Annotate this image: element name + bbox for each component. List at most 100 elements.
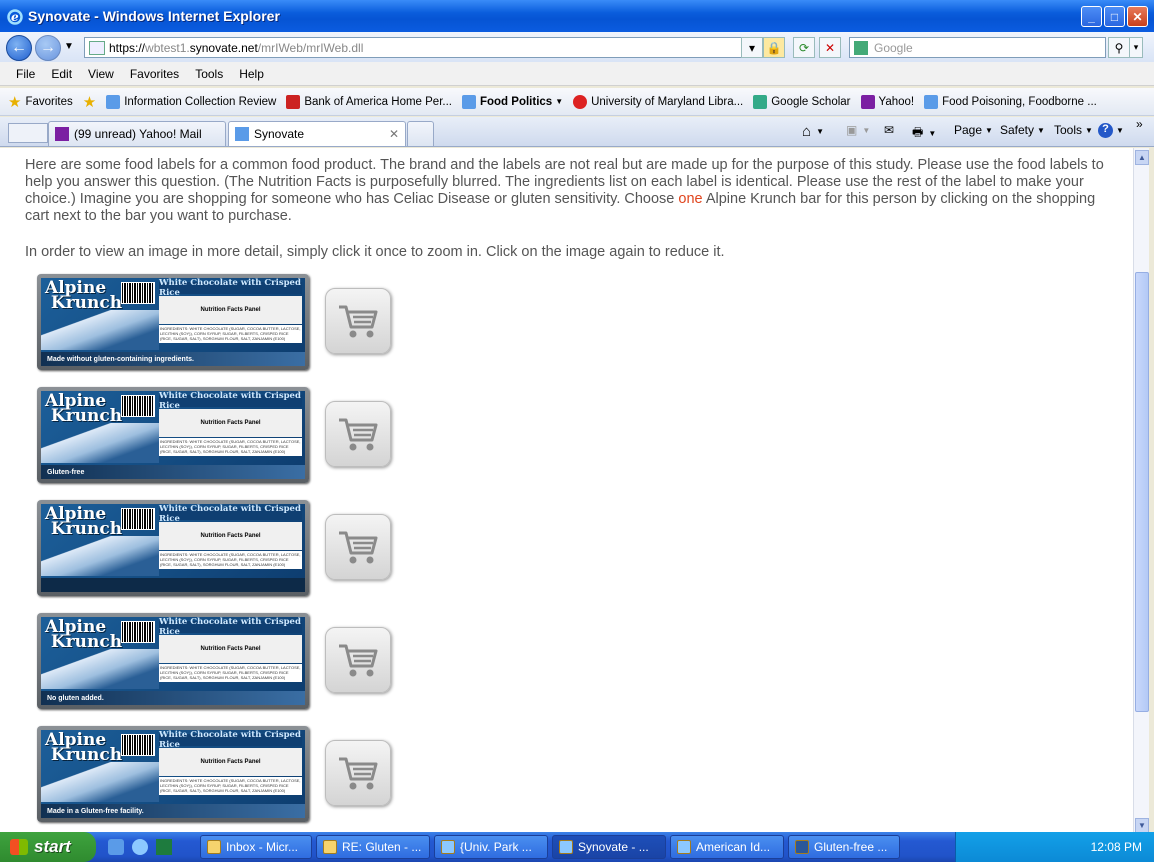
history-dropdown-icon[interactable]: ▼ xyxy=(64,41,74,52)
home-button[interactable]: ⌂ ▼ xyxy=(802,123,824,140)
start-button[interactable]: start xyxy=(0,832,96,862)
task-synovate[interactable]: Synovate - ... xyxy=(552,835,666,859)
back-button[interactable]: ← xyxy=(6,35,32,61)
printer-icon: 🖶 xyxy=(912,125,924,139)
quicklaunch-ie-icon[interactable] xyxy=(132,839,148,855)
quicklaunch-outlook-icon[interactable] xyxy=(108,839,124,855)
label-claim: No gluten added. xyxy=(41,691,305,705)
label-claim: Made in a Gluten-free facility. xyxy=(41,804,305,818)
add-favorite-button[interactable]: ★ xyxy=(83,93,96,111)
back-arrow-icon: ← xyxy=(11,39,27,56)
print-button[interactable]: 🖶 ▼ xyxy=(912,123,936,144)
address-field[interactable]: https://wbtest1.synovate.net/mrIWeb/mrIW… xyxy=(84,37,762,58)
mountain-graphic xyxy=(41,649,159,689)
minimize-button[interactable]: _ xyxy=(1081,6,1102,27)
shopping-cart-icon xyxy=(339,644,378,677)
taskbar: start Inbox - Micr... RE: Gluten - ... {… xyxy=(0,832,1154,862)
fav-item-food-poisoning[interactable]: Food Poisoning, Foodborne ... xyxy=(924,94,1097,109)
forward-button[interactable]: → xyxy=(35,35,61,61)
task-american-id[interactable]: American Id... xyxy=(670,835,784,859)
label-claim xyxy=(41,578,305,592)
product-label-image[interactable]: Alpine Krunch White Chocolate with Crispe… xyxy=(37,726,309,822)
fav-item-bank-of-america[interactable]: Bank of America Home Per... xyxy=(286,94,452,109)
tab-yahoo-mail[interactable]: (99 unread) Yahoo! Mail xyxy=(48,121,226,146)
barcode-icon xyxy=(121,734,155,756)
scroll-thumb[interactable] xyxy=(1135,272,1149,712)
task-re-gluten[interactable]: RE: Gluten - ... xyxy=(316,835,430,859)
menu-favorites[interactable]: Favorites xyxy=(122,67,187,81)
favorites-button[interactable]: ★ Favorites xyxy=(8,93,73,111)
nutrition-facts-panel: Nutrition Facts Panel xyxy=(159,296,302,324)
fav-item-food-politics[interactable]: Food Politics ▼ xyxy=(461,94,563,109)
shopping-cart-icon xyxy=(339,757,378,790)
nutrition-facts-panel: Nutrition Facts Panel xyxy=(159,522,302,550)
feeds-button[interactable]: ▣ ▼ xyxy=(846,123,870,137)
forward-arrow-icon: → xyxy=(40,39,56,56)
barcode-icon xyxy=(121,508,155,530)
product-label-image[interactable]: Alpine Krunch White Chocolate with Crispe… xyxy=(37,274,309,370)
flavor-banner: White Chocolate with Crisped Rice xyxy=(159,391,302,411)
task-univ-park[interactable]: {Univ. Park ... xyxy=(434,835,548,859)
add-star-icon: ★ xyxy=(82,93,97,111)
shopping-cart-button[interactable] xyxy=(325,514,391,580)
address-row: ← → ▼ https://wbtest1.synovate.net/mrIWe… xyxy=(0,32,1154,62)
flavor-banner: White Chocolate with Crisped Rice xyxy=(159,278,302,298)
refresh-icon[interactable]: ⟳ xyxy=(793,37,815,58)
read-mail-button[interactable]: ✉ xyxy=(884,123,894,137)
brand-name: Alpine Krunch xyxy=(45,278,123,313)
shopping-cart-button[interactable] xyxy=(325,288,391,354)
nutrition-facts-panel: Nutrition Facts Panel xyxy=(159,748,302,776)
fav-item-google-scholar[interactable]: Google Scholar xyxy=(753,94,851,109)
new-tab-button[interactable] xyxy=(407,121,434,146)
menu-edit[interactable]: Edit xyxy=(43,67,80,81)
quick-tabs-icon[interactable] xyxy=(8,123,48,143)
shopping-cart-button[interactable] xyxy=(325,740,391,806)
lock-icon[interactable]: 🔒 xyxy=(763,37,785,58)
fav-item-yahoo[interactable]: Yahoo! xyxy=(860,94,914,109)
menu-help[interactable]: Help xyxy=(231,67,272,81)
tools-menu[interactable]: Tools ▼ xyxy=(1054,123,1093,137)
label-claim: Made without gluten-containing ingredien… xyxy=(41,352,305,366)
search-button[interactable]: ⚲ xyxy=(1108,37,1130,58)
shopping-cart-button[interactable] xyxy=(325,401,391,467)
scroll-up-icon[interactable]: ▲ xyxy=(1135,150,1149,165)
product-label-image[interactable]: Alpine Krunch White Chocolate with Crispe… xyxy=(37,387,309,483)
maximize-button[interactable]: □ xyxy=(1104,6,1125,27)
menu-view[interactable]: View xyxy=(80,67,122,81)
page-menu[interactable]: Page ▼ xyxy=(954,123,993,137)
product-row: Alpine Krunch White Chocolate with Crispe… xyxy=(37,274,417,370)
fav-item-info-collection[interactable]: Information Collection Review xyxy=(106,94,276,109)
ie-page-icon xyxy=(235,127,249,141)
address-url: https://wbtest1.synovate.net/mrIWeb/mrIW… xyxy=(109,40,364,55)
page-icon xyxy=(89,40,105,55)
product-label-image[interactable]: Alpine Krunch White Chocolate with Crispe… xyxy=(37,613,309,709)
ingredients-list: INGREDIENTS: WHITE CHOCOLATE (SUGAR, COC… xyxy=(159,551,302,569)
menu-tools[interactable]: Tools xyxy=(187,67,231,81)
tab-synovate[interactable]: Synovate ✕ xyxy=(228,121,406,146)
yahoo-icon xyxy=(55,127,69,141)
shopping-cart-icon xyxy=(339,418,378,451)
address-dropdown-icon[interactable]: ▾ xyxy=(741,37,763,58)
stop-icon[interactable]: ✕ xyxy=(819,37,841,58)
scroll-down-icon[interactable]: ▼ xyxy=(1135,818,1149,833)
vertical-scrollbar[interactable]: ▲ ▼ xyxy=(1133,148,1149,833)
task-gluten-free[interactable]: Gluten-free ... xyxy=(788,835,900,859)
product-label-image[interactable]: Alpine Krunch White Chocolate with Crispe… xyxy=(37,500,309,596)
close-button[interactable]: ✕ xyxy=(1127,6,1148,27)
task-inbox[interactable]: Inbox - Micr... xyxy=(200,835,312,859)
search-input[interactable]: Google xyxy=(849,37,1106,58)
clock[interactable]: 12:08 PM xyxy=(1091,840,1142,854)
fav-item-umd-library[interactable]: University of Maryland Libra... xyxy=(573,94,743,109)
shopping-cart-icon xyxy=(339,531,378,564)
safety-menu[interactable]: Safety ▼ xyxy=(1000,123,1045,137)
search-options-icon[interactable]: ▾ xyxy=(1129,37,1143,58)
more-commands-icon[interactable]: » xyxy=(1136,117,1143,131)
menu-file[interactable]: File xyxy=(8,67,43,81)
flavor-banner: White Chocolate with Crisped Rice xyxy=(159,617,302,637)
close-tab-icon[interactable]: ✕ xyxy=(389,127,399,141)
shopping-cart-button[interactable] xyxy=(325,627,391,693)
quicklaunch-excel-icon[interactable] xyxy=(156,839,172,855)
help-button[interactable]: ? ▼ xyxy=(1098,123,1124,138)
flavor-banner: White Chocolate with Crisped Rice xyxy=(159,504,302,524)
barcode-icon xyxy=(121,621,155,643)
